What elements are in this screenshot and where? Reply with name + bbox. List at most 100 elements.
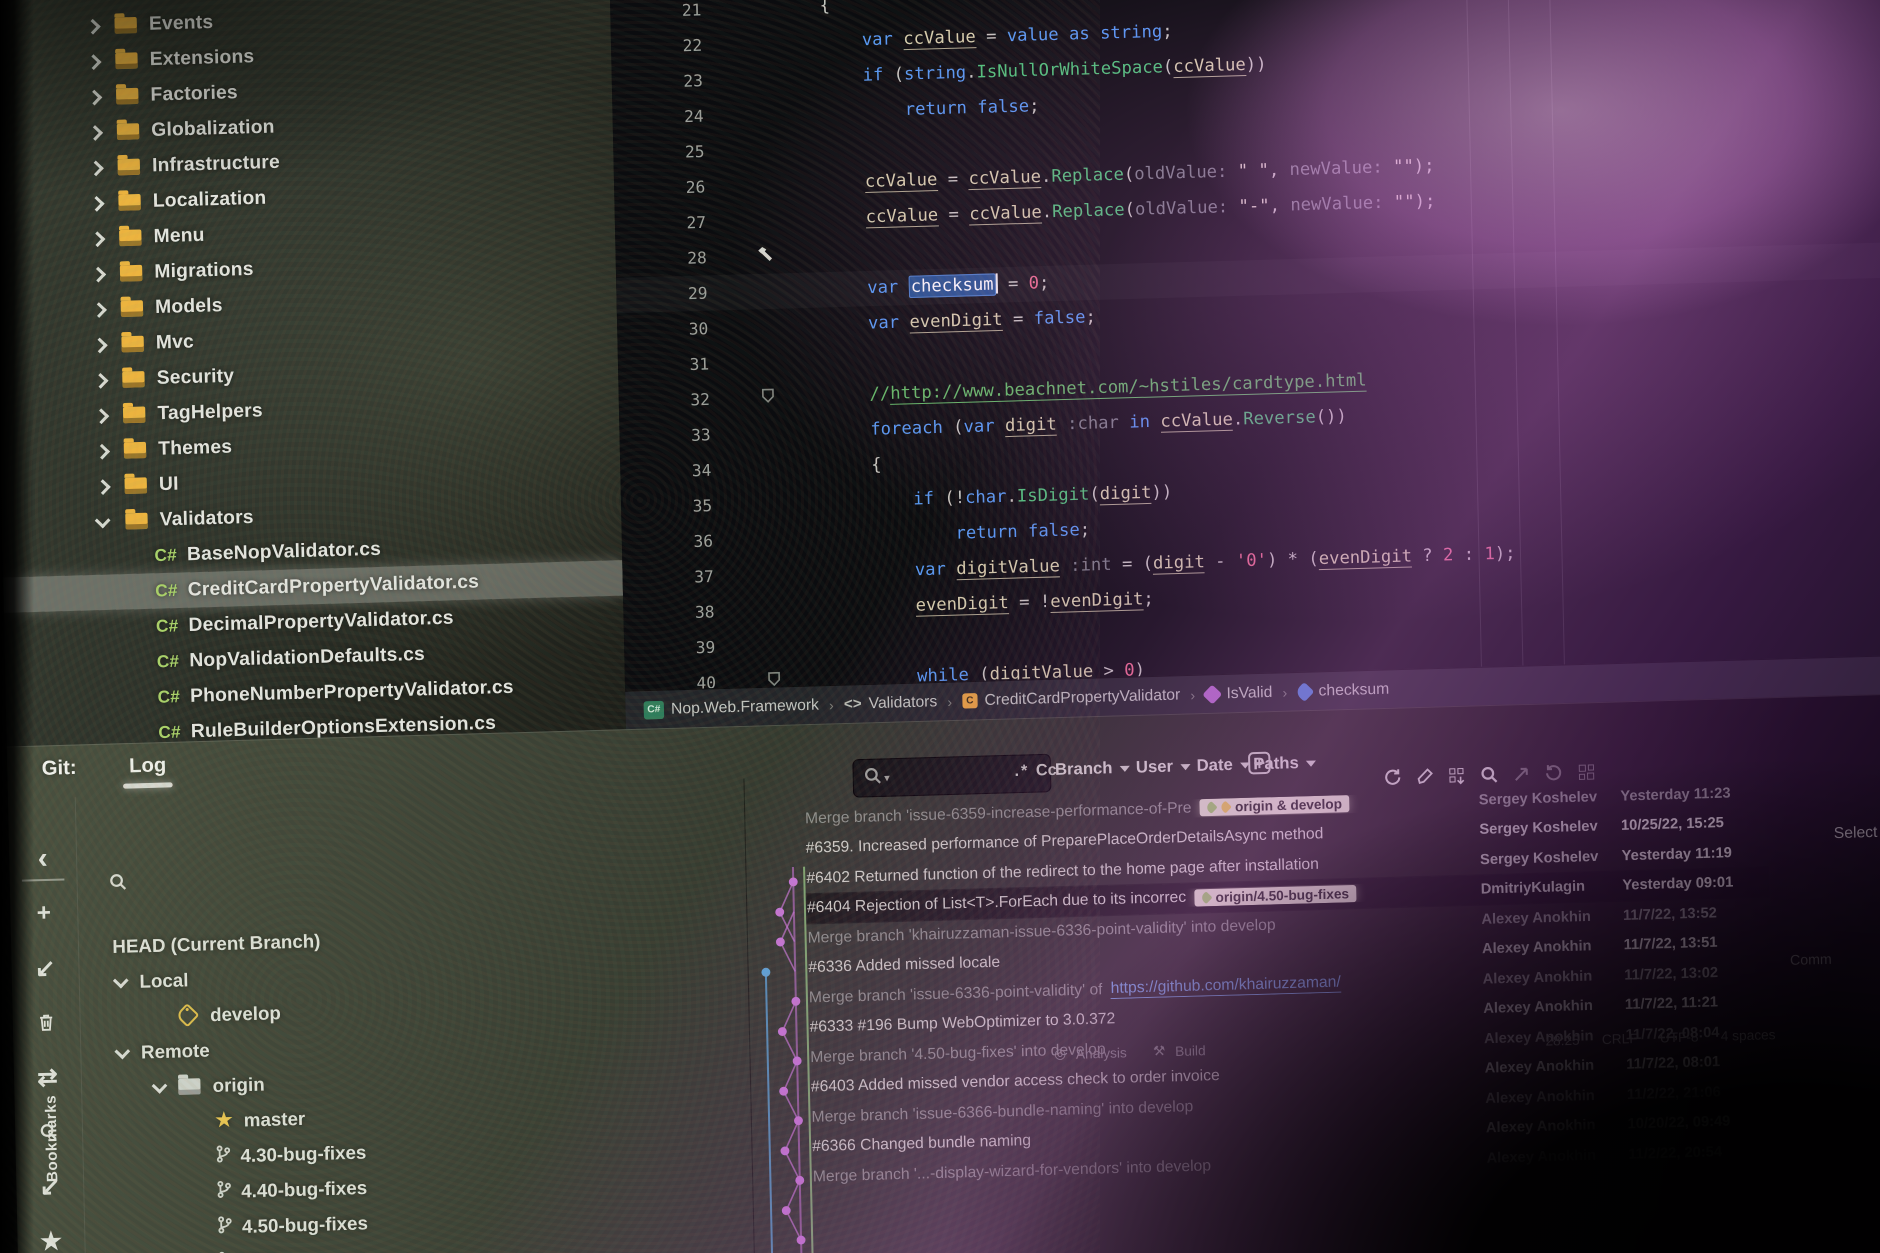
ide-window: ControllersEventsExtensionsFactoriesGlob… [0, 0, 1880, 1253]
search-icon[interactable] [109, 873, 128, 897]
plus-icon[interactable]: + [10, 892, 78, 934]
chevron-right-icon[interactable] [90, 302, 104, 317]
status-caret-position[interactable]: 28:25 [1545, 1032, 1580, 1048]
go-to-hash-icon [1246, 763, 1273, 781]
chevron-down-icon[interactable] [113, 974, 127, 989]
commit-author: Alexey Anokhin [1481, 908, 1623, 928]
line-number: 23 [612, 70, 742, 93]
tag-label: origin/4.50-bug-fixes [1215, 886, 1349, 905]
git-title: Git: [41, 757, 76, 781]
chevron-right-icon[interactable] [88, 196, 102, 211]
commit-author: Sergey Koshelev [1480, 848, 1622, 868]
commit-date: 11/7/22, 13:52 [1623, 904, 1765, 924]
filter-branch[interactable]: Branch [1055, 759, 1130, 780]
branch-tag-chip[interactable]: origin/4.50-bug-fixes [1194, 885, 1356, 907]
tab-commit[interactable]: Comm [1790, 951, 1832, 968]
branch-icon [217, 1180, 232, 1203]
chevron-right-icon[interactable] [89, 266, 103, 281]
chevron-left-icon[interactable]: ‹ [9, 838, 77, 880]
chevron-right-icon[interactable] [85, 54, 99, 69]
csharp-project-icon: C# [644, 700, 665, 719]
chevron-right-icon[interactable] [91, 337, 105, 352]
chevron-right-icon[interactable] [89, 231, 103, 246]
chevron-down-icon[interactable] [152, 1080, 166, 1095]
branch-item-master[interactable]: ★master [189, 1101, 306, 1140]
regex-toggle[interactable]: .* [1014, 762, 1029, 780]
line-number: 37 [622, 566, 752, 589]
breadcrumb-item-isvalid[interactable]: IsValid [1205, 683, 1273, 703]
trash-icon[interactable] [12, 1002, 80, 1044]
tree-item-label: Events [149, 11, 214, 35]
commit-date: Yesterday 11:23 [1620, 784, 1762, 804]
star-icon[interactable]: ★ [17, 1220, 85, 1253]
arrow-down-left-icon[interactable]: ↙ [11, 947, 79, 989]
match-case-toggle[interactable]: Cc [1036, 762, 1057, 780]
sidebar-tab-bookmarks[interactable]: Bookmarks [42, 1078, 62, 1200]
chevron-right-icon[interactable] [92, 373, 106, 388]
chevron-right-icon[interactable] [87, 160, 101, 175]
breadcrumb-label: Nop.Web.Framework [671, 696, 819, 718]
filter-date[interactable]: Date [1196, 755, 1250, 776]
branch-tag-chip[interactable]: origin & develop [1199, 795, 1349, 816]
breadcrumb-item-creditcardpropertyvalidator[interactable]: CCreditCardPropertyValidator [962, 686, 1180, 710]
folder-icon [118, 193, 141, 210]
filter-user[interactable]: User [1136, 757, 1191, 778]
chevron-right-icon[interactable] [93, 408, 107, 423]
search-flags[interactable]: .* Cc [1014, 762, 1056, 781]
tree-item-label: Mvc [156, 331, 194, 354]
commit-list[interactable]: Merge branch 'issue-6359-increase-perfor… [744, 777, 1777, 1253]
bookmark-icon[interactable] [761, 387, 775, 408]
tree-item-label: BaseNopValidator.cs [187, 538, 381, 566]
branch-item-remote[interactable]: Remote [114, 1032, 210, 1070]
line-number: 29 [616, 282, 746, 305]
commit-date: Yesterday 09:01 [1622, 874, 1764, 894]
status-analysis[interactable]: ◎ Analysis [1054, 1044, 1127, 1062]
branch-item-4-40-bug-fixes[interactable]: 4.40-bug-fixes [190, 1170, 367, 1210]
branch-item-4-30-bug-fixes[interactable]: 4.30-bug-fixes [190, 1134, 367, 1174]
chevron-right-icon[interactable] [86, 89, 100, 104]
tree-item-label: Migrations [154, 258, 254, 283]
hammer-icon[interactable] [756, 245, 774, 268]
branch-item-origin[interactable]: origin [152, 1066, 265, 1105]
folder-icon [117, 158, 140, 175]
class-icon: C [962, 693, 978, 709]
filter-label: Date [1196, 756, 1233, 776]
status-encoding[interactable]: UTF-8 [1660, 1029, 1699, 1045]
chevron-right-icon[interactable] [86, 125, 100, 140]
branch-icon [216, 1145, 231, 1168]
code-editor[interactable]: protected override bool IsValid(Validati… [610, 0, 1880, 691]
tree-item-label: Extensions [150, 46, 255, 71]
folder-icon [121, 335, 144, 352]
breadcrumb-label: Validators [868, 693, 937, 713]
project-tree-panel[interactable]: ControllersEventsExtensionsFactoriesGlob… [0, 0, 626, 767]
status-build[interactable]: ⚒ Build [1153, 1042, 1206, 1060]
chevron-right-icon[interactable] [94, 479, 108, 494]
branch-item-head-current-branch-[interactable]: HEAD (Current Branch) [112, 923, 321, 964]
status-line-ending[interactable]: CRLF [1602, 1030, 1638, 1046]
chevron-right-icon[interactable] [93, 443, 107, 458]
chevron-down-icon[interactable] [115, 1045, 129, 1060]
commit-message: #6333 #196 Bump WebOptimizer to 3.0.372 [809, 1010, 1115, 1037]
folder-icon [178, 1078, 201, 1095]
go-to-hash-button[interactable] [1246, 750, 1273, 782]
git-branches-panel[interactable]: HEAD (Current Branch)LocaldevelopRemoteo… [75, 778, 756, 1253]
tree-item-label: Menu [153, 224, 204, 248]
divider [22, 878, 65, 881]
line-number: 22 [611, 34, 741, 57]
commit-message-link[interactable]: https://github.com/khairuzzaman/ [1110, 974, 1341, 1000]
branch-item-4-50-bug-fixes[interactable]: 4.50-bug-fixes [191, 1205, 368, 1245]
status-indent[interactable]: 4 spaces [1721, 1027, 1776, 1044]
commit-author: Alexey Anokhin [1486, 1146, 1628, 1166]
branch-item-xss[interactable]: XSS [192, 1243, 281, 1253]
breadcrumb-item-validators[interactable]: <>Validators [844, 693, 938, 714]
breadcrumb-item-nop.web.framework[interactable]: C# Nop.Web.Framework [644, 696, 820, 719]
branch-item-local[interactable]: Local [113, 962, 189, 1000]
chevron-right-icon[interactable] [84, 19, 98, 34]
breadcrumb-separator: › [1282, 684, 1287, 700]
folder-icon [115, 52, 138, 69]
breadcrumb-item-checksum[interactable]: checksum [1297, 680, 1389, 701]
tab-git-log[interactable]: Log [129, 754, 167, 786]
chevron-down-icon[interactable] [95, 514, 109, 529]
line-number: 38 [623, 601, 753, 624]
branch-item-develop[interactable]: develop [150, 995, 281, 1034]
